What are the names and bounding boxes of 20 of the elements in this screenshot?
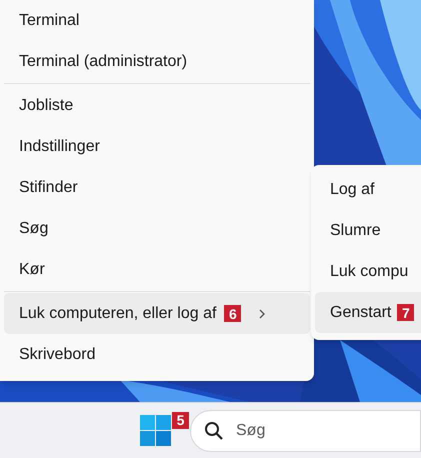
menu-item[interactable]: Genstart 7 [315, 292, 421, 333]
number-badge: 7 [397, 304, 414, 321]
menu-item[interactable]: Jobliste [4, 85, 310, 126]
search-input[interactable]: Søg [236, 418, 356, 442]
menu-item[interactable]: Log af [315, 169, 421, 210]
menu-item[interactable]: Slumre [315, 210, 421, 251]
search-icon [204, 420, 224, 440]
search-bar[interactable]: Søg [190, 410, 421, 452]
menu-item[interactable]: Terminal [4, 0, 310, 41]
menu-item[interactable]: Luk computeren, eller log af 6 [4, 293, 310, 334]
menu-item[interactable]: Skrivebord [4, 334, 310, 375]
menu-item[interactable]: Indstillinger [4, 126, 310, 167]
menu-item[interactable]: Terminal (administrator) [4, 41, 310, 82]
menu-item[interactable]: Luk compu [315, 251, 421, 292]
number-badge: 6 [224, 305, 242, 322]
start-icon[interactable] [140, 415, 171, 446]
menu-item[interactable]: Søg [4, 208, 310, 249]
menu-item[interactable]: Stifinder [4, 167, 310, 208]
number-badge: 5 [172, 412, 189, 428]
menu-item[interactable]: Kør [4, 249, 310, 290]
